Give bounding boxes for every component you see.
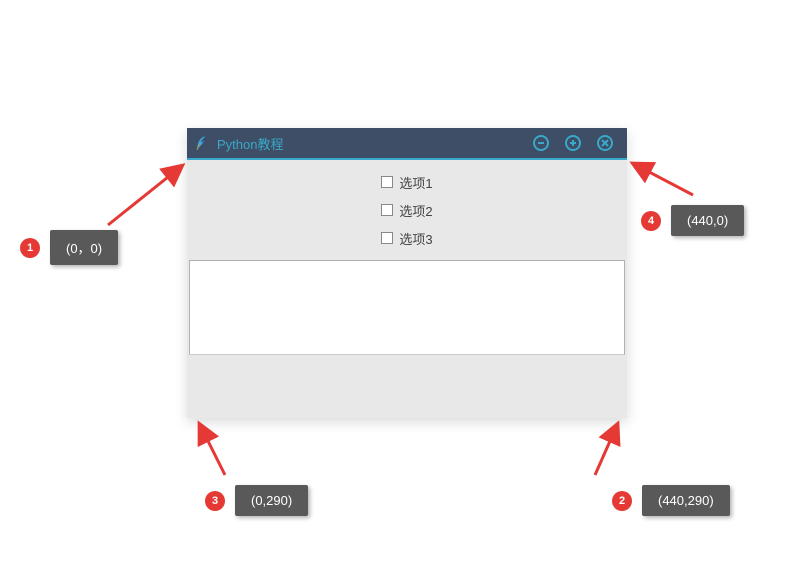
checkbox-label: 选项2 [399,201,432,220]
close-button[interactable] [597,135,613,151]
window-title: Python教程 [217,134,533,153]
annotation-1: 1 (0，0) [20,230,118,265]
annotation-label: (0，0) [50,230,118,265]
annotation-4: 4 (440,0) [641,205,744,236]
arrow-3 [199,423,225,475]
text-widget[interactable] [189,260,625,355]
checkbox-label: 选项1 [399,173,432,192]
annotation-2: 2 (440,290) [612,485,730,516]
annotation-label: (0,290) [235,485,308,516]
app-window: Python教程 选项1 选项2 选项3 [187,128,627,418]
content-area: 选项1 选项2 选项3 [187,160,627,355]
checkbox-label: 选项3 [399,229,432,248]
checkbox-icon[interactable] [381,204,393,216]
feather-icon [195,134,209,152]
title-bar[interactable]: Python教程 [187,128,627,158]
annotation-label: (440,0) [671,205,744,236]
checkbox-option-1[interactable]: 选项1 [187,168,627,196]
annotation-badge: 3 [205,491,225,511]
arrow-1 [108,165,183,225]
checkbox-icon[interactable] [381,176,393,188]
window-controls [533,135,619,151]
arrow-2 [595,423,618,475]
annotation-3: 3 (0,290) [205,485,308,516]
annotation-badge: 1 [20,238,40,258]
annotation-label: (440,290) [642,485,730,516]
minimize-button[interactable] [533,135,549,151]
annotation-badge: 4 [641,211,661,231]
maximize-button[interactable] [565,135,581,151]
annotation-badge: 2 [612,491,632,511]
arrow-4 [632,163,693,195]
checkbox-icon[interactable] [381,232,393,244]
checkbox-option-2[interactable]: 选项2 [187,196,627,224]
checkbox-option-3[interactable]: 选项3 [187,224,627,252]
